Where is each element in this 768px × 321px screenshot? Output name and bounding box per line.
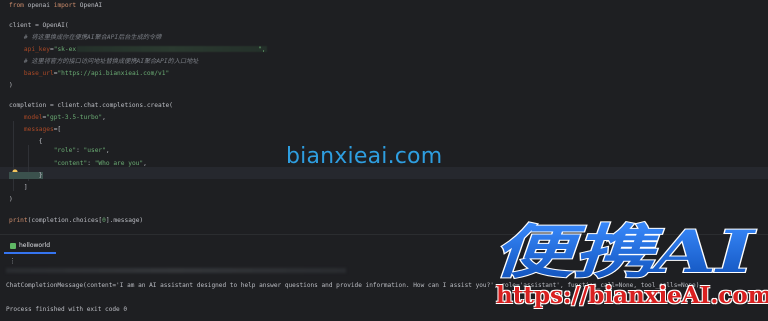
code-line: model="gpt-3.5-turbo", xyxy=(9,112,106,124)
code-line: base_url="https://api.bianxieai.com/v1" xyxy=(9,68,169,80)
code-token: : xyxy=(87,160,95,167)
code-token: "sk-ex xyxy=(53,46,77,53)
code-token: OpenAI xyxy=(79,2,103,9)
logo-url-text: https://bianxieAI.com xyxy=(496,282,768,309)
code-line: "role": "user", xyxy=(9,145,110,157)
code-token: "user" xyxy=(83,147,106,154)
tab-label: helloworld xyxy=(19,242,51,249)
code-token: ].message) xyxy=(105,217,144,224)
code-token: "https://api.bianxieai.com/v1" xyxy=(57,70,170,77)
code-token: { xyxy=(9,138,43,145)
code-token: completion = client.chat.completions.cre… xyxy=(9,102,173,109)
bianxie-ai-logo: 便携AI xyxy=(492,217,758,286)
code-line: # 将这里换成你在便携AI聚合API后台生成的令牌 xyxy=(9,32,161,44)
code-token: =[ xyxy=(53,126,62,133)
code-line: print(completion.choices[0].message) xyxy=(9,215,143,227)
code-token: print xyxy=(9,217,28,224)
code-token: "content" xyxy=(53,160,88,167)
code-line: client = OpenAI( xyxy=(9,20,69,32)
code-token: "role" xyxy=(53,147,77,154)
code-line: messages=[ xyxy=(9,124,61,136)
code-token: model xyxy=(9,114,43,121)
code-token: import xyxy=(53,2,80,9)
watermark-text: bianxieai.com xyxy=(286,144,443,169)
code-token: "Who are you" xyxy=(94,160,144,167)
code-token: ) xyxy=(9,196,13,203)
code-token: : xyxy=(76,147,84,154)
code-line: "content": "Who are you", xyxy=(9,158,147,170)
code-token: # 将这里换成你在便携AI聚合API后台生成的令牌 xyxy=(9,34,162,41)
code-token: , xyxy=(105,147,110,154)
code-line: completion = client.chat.completions.cre… xyxy=(9,100,173,112)
code-line: from openai import OpenAI xyxy=(9,0,102,12)
code-token: ) xyxy=(9,82,13,89)
blurred-command-line xyxy=(6,268,346,273)
svg-text:便携AI: 便携AI xyxy=(492,218,757,286)
python-run-icon xyxy=(10,242,16,249)
code-token: messages xyxy=(9,126,54,133)
code-token: (completion.choices[ xyxy=(27,217,103,224)
code-token: , xyxy=(102,114,106,121)
code-line: ) xyxy=(9,194,13,206)
code-editor[interactable]: from openai import OpenAI client = OpenAI… xyxy=(0,0,768,234)
code-token: openai xyxy=(27,2,54,9)
exit-status-line: Process finished with exit code 0 xyxy=(6,306,128,313)
code-line: ] xyxy=(9,182,28,194)
redacted-api-key xyxy=(77,46,268,52)
code-token: api_key xyxy=(9,46,50,53)
code-token: # 这里将官方的接口访问地址替换成便携AI聚合API的入口地址 xyxy=(9,58,199,65)
code-token: ] xyxy=(9,184,28,191)
code-token: , xyxy=(143,160,147,167)
more-vertical-icon[interactable]: ⋮ xyxy=(9,257,16,265)
code-line: ) xyxy=(9,80,13,92)
code-token: ", xyxy=(258,46,266,53)
code-token: base_url xyxy=(9,70,54,77)
code-line: api_key="sk-ex xyxy=(9,44,268,56)
tab-helloworld[interactable]: helloworld xyxy=(4,240,57,254)
code-token: client = OpenAI( xyxy=(9,22,69,29)
code-line: # 这里将官方的接口访问地址替换成便携AI聚合API的入口地址 xyxy=(9,56,199,68)
code-token: from xyxy=(9,2,28,9)
code-line: ", xyxy=(258,44,265,56)
code-token: "gpt-3.5-turbo" xyxy=(46,114,103,121)
code-line: } xyxy=(9,170,43,182)
code-token: } xyxy=(9,172,43,179)
